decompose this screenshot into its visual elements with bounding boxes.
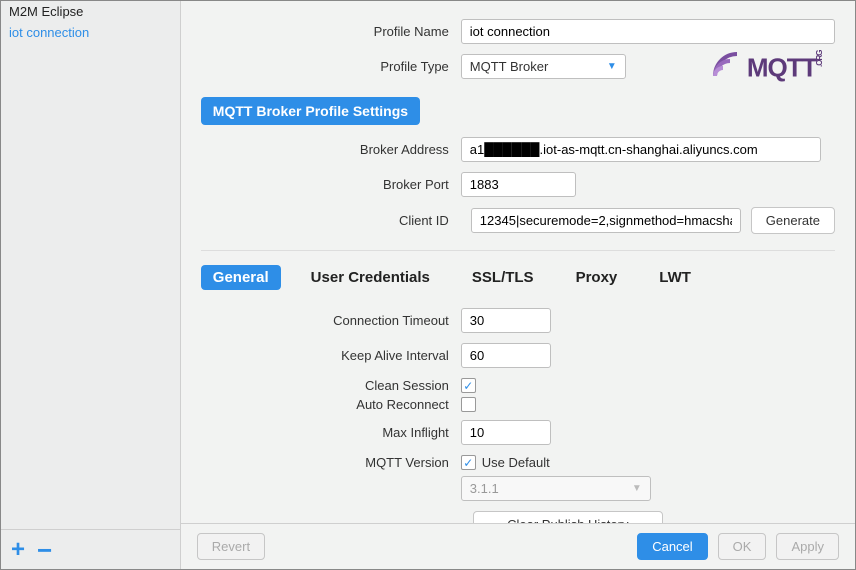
profile-type-label: Profile Type [201,59,461,74]
use-default-label: Use Default [482,455,550,470]
broker-address-label: Broker Address [201,142,461,157]
sidebar-item-iot[interactable]: iot connection [1,22,180,43]
broker-address-input[interactable] [461,137,821,162]
ok-button[interactable]: OK [718,533,767,560]
tabs: General User Credentials SSL/TLS Proxy L… [201,250,835,290]
generate-button[interactable]: Generate [751,207,835,234]
client-id-label: Client ID [201,213,461,228]
add-profile-icon[interactable]: + [11,538,25,562]
profile-type-value: MQTT Broker [470,59,549,74]
footer: Revert Cancel OK Apply [181,523,855,569]
clean-session-label: Clean Session [201,378,461,393]
max-inflight-input[interactable] [461,420,551,445]
clean-session-checkbox[interactable]: ✓ [461,378,476,393]
broker-port-input[interactable] [461,172,576,197]
cancel-button[interactable]: Cancel [637,533,707,560]
broker-port-label: Broker Port [201,177,461,192]
auto-reconnect-label: Auto Reconnect [201,397,461,412]
client-id-input[interactable] [471,208,741,233]
clear-publish-history-button[interactable]: Clear Publish History [473,511,663,523]
remove-profile-icon[interactable]: − [37,537,52,563]
mqtt-logo: MQTT.ORG [713,51,833,85]
sidebar-list: M2M Eclipse iot connection [1,1,180,529]
mqtt-version-value: 3.1.1 [470,481,499,496]
connection-timeout-label: Connection Timeout [201,313,461,328]
profile-name-label: Profile Name [201,24,461,39]
tab-lwt[interactable]: LWT [647,265,703,290]
chevron-down-icon: ▼ [632,483,642,494]
main-panel: MQTT.ORG Profile Name Profile Type MQTT … [181,1,855,569]
connection-timeout-input[interactable] [461,308,551,333]
apply-button[interactable]: Apply [776,533,839,560]
sidebar-item-m2m[interactable]: M2M Eclipse [1,1,180,22]
profile-type-select[interactable]: MQTT Broker ▼ [461,54,626,79]
mqtt-version-label: MQTT Version [201,455,461,470]
tab-ssl-tls[interactable]: SSL/TLS [460,265,546,290]
tab-proxy[interactable]: Proxy [564,265,630,290]
use-default-checkbox[interactable]: ✓ [461,455,476,470]
profile-name-input[interactable] [461,19,835,44]
sidebar-footer: + − [1,529,180,569]
mqtt-version-select: 3.1.1 ▼ [461,476,651,501]
max-inflight-label: Max Inflight [201,425,461,440]
revert-button[interactable]: Revert [197,533,265,560]
tab-user-credentials[interactable]: User Credentials [299,265,442,290]
mqtt-arc-icon [713,52,743,85]
section-badge: MQTT Broker Profile Settings [201,97,420,125]
auto-reconnect-checkbox[interactable] [461,397,476,412]
keep-alive-label: Keep Alive Interval [201,348,461,363]
tab-general[interactable]: General [201,265,281,290]
section-heading: MQTT Broker Profile Settings [201,89,835,137]
keep-alive-input[interactable] [461,343,551,368]
chevron-down-icon: ▼ [607,61,617,72]
sidebar: M2M Eclipse iot connection + − [1,1,181,569]
